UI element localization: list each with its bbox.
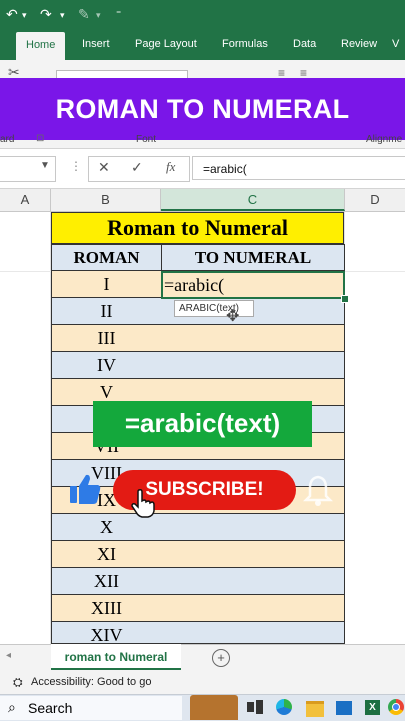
file-explorer-icon[interactable] [306,701,324,717]
hand-cursor-icon [131,489,155,518]
move-cursor-icon: ✥ [226,308,240,325]
enter-icon[interactable]: ✓ [131,159,143,176]
numeral-cell[interactable] [161,325,345,352]
bell-icon [302,475,334,506]
undo-dropdown-icon[interactable]: ▾ [22,10,27,21]
roman-cell[interactable]: X [51,514,162,541]
numeral-cell[interactable] [161,541,345,568]
roman-cell[interactable]: III [51,325,162,352]
column-header-a[interactable]: A [0,189,51,211]
store-icon[interactable] [336,701,352,715]
header-roman[interactable]: ROMAN [51,244,162,271]
fill-handle[interactable] [341,295,349,303]
roman-cell[interactable]: XIV [51,622,162,645]
formula-input[interactable]: =arabic( [192,156,405,180]
table-title[interactable]: Roman to Numeral [51,212,344,244]
add-sheet-icon[interactable]: + [212,649,230,667]
chrome-icon[interactable] [388,699,404,715]
tab-page-layout[interactable]: Page Layout [135,38,197,50]
sheet-tab-roman-to-numeral[interactable]: roman to Numeral [51,644,181,670]
column-header-c[interactable]: C [161,189,345,211]
title-bar: ↶ ▾ ↷ ▾ ✎ ▾ ⁼ [0,0,405,30]
tab-insert[interactable]: Insert [82,38,110,50]
taskbar-search[interactable]: ⌕ Search [0,696,182,720]
formula-callout: =arabic(text) [93,401,312,447]
redo-icon[interactable]: ↷ [40,6,52,23]
format-painter-icon[interactable]: ✎ [78,6,90,23]
numeral-cell[interactable] [161,595,345,622]
name-box-dropdown-icon[interactable]: ▼ [40,160,50,171]
numeral-cell[interactable] [161,622,345,644]
roman-cell[interactable]: IV [51,352,162,379]
tab-home[interactable]: Home [16,32,66,60]
numeral-cell[interactable] [161,514,345,541]
tab-view[interactable]: V [392,38,399,50]
cancel-icon[interactable]: ✕ [98,159,110,176]
header-to-numeral[interactable]: TO NUMERAL [161,244,345,271]
tab-data[interactable]: Data [293,38,316,50]
numeral-cell[interactable] [161,352,345,379]
roman-cell[interactable]: II [51,298,162,325]
roman-cell[interactable]: XI [51,541,162,568]
undo-icon[interactable]: ↶ [6,6,18,23]
tab-review[interactable]: Review [341,38,377,50]
accessibility-icon[interactable]: ⛭ [13,675,23,690]
roman-cell[interactable]: XII [51,568,162,595]
search-label: Search [28,700,73,716]
splitter-icon[interactable]: ⋮ [70,159,82,173]
dialog-launcher-icon[interactable]: ⊡ [36,133,44,144]
task-view-icon[interactable] [247,700,263,714]
column-header-b[interactable]: B [51,189,161,211]
like-icon [70,474,101,504]
group-clipboard-label: ard [0,134,15,145]
numeral-cell[interactable] [161,568,345,595]
excel-app-icon[interactable]: X [365,700,380,715]
tab-formulas[interactable]: Formulas [222,38,268,50]
scroll-left-icon[interactable]: ◂ [6,650,11,661]
insert-function-icon[interactable]: fx [166,159,175,175]
title-banner: ROMAN TO NUMERAL [0,78,405,140]
customize-toolbar-icon[interactable]: ⁼ [116,9,121,20]
ribbon-tabs: Home Insert Page Layout Formulas Data Re… [0,30,405,60]
roman-cell[interactable]: XIII [51,595,162,622]
group-alignment-label: Alignme [366,134,403,145]
status-bar: ⛭ Accessibility: Good to go [0,670,405,694]
function-tooltip[interactable]: ARABIC(text) [174,300,254,317]
edge-browser-icon[interactable] [276,699,292,715]
format-dropdown-icon[interactable]: ▾ [96,10,101,21]
group-font-label: Font [136,134,157,145]
redo-dropdown-icon[interactable]: ▾ [60,10,65,21]
column-header-d[interactable]: D [345,189,405,211]
accessibility-status[interactable]: Accessibility: Good to go [31,676,151,688]
weather-widget-icon[interactable] [190,695,238,720]
active-cell[interactable]: =arabic( [161,271,345,299]
search-icon: ⌕ [8,699,16,715]
roman-cell[interactable]: I [51,271,162,298]
